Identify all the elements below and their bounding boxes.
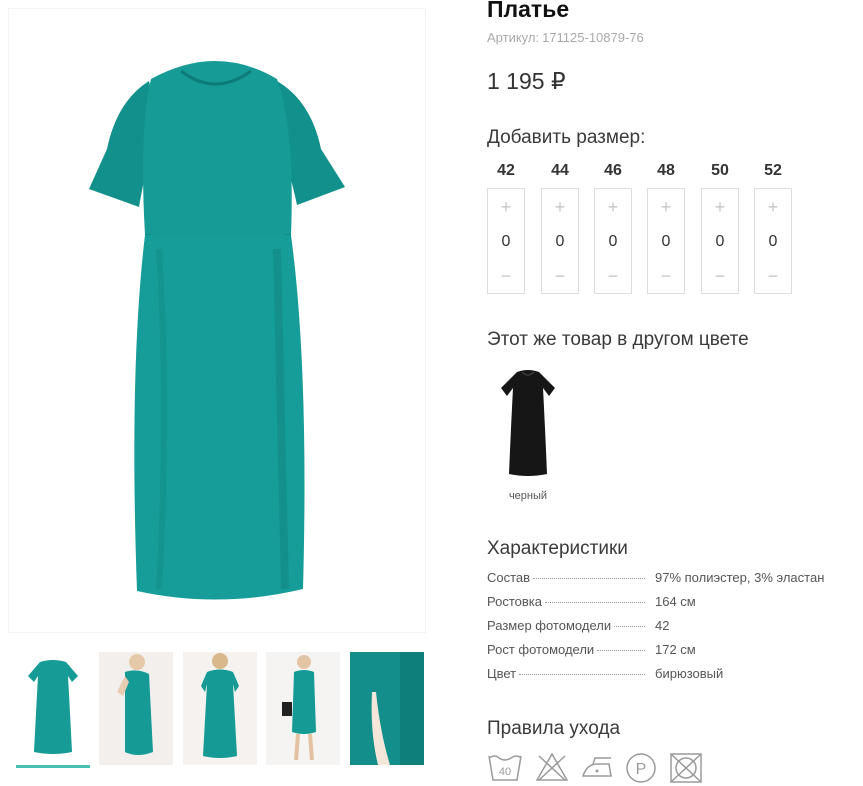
quantity-stepper: + 0 − (594, 188, 632, 294)
increment-button[interactable]: + (702, 197, 738, 217)
thumbnail-strip (16, 652, 428, 772)
spec-row: Состав 97% полиэстер, 3% эластан (487, 570, 847, 590)
color-option-label: черный (508, 490, 548, 502)
decrement-button[interactable]: − (755, 266, 791, 286)
thumbnail-front[interactable] (16, 652, 90, 765)
spec-key: Цвет (487, 666, 517, 681)
increment-button[interactable]: + (648, 197, 684, 217)
dotted-leader (597, 650, 645, 651)
decrement-button[interactable]: − (488, 266, 524, 286)
wash-40-icon: 40 (488, 755, 522, 781)
spec-row: Ростовка 164 см (487, 594, 847, 614)
decrement-button[interactable]: − (702, 266, 738, 286)
quantity-stepper: + 0 − (701, 188, 739, 294)
spec-value: 164 см (655, 594, 696, 609)
thumbnail-model[interactable] (266, 652, 340, 765)
dry-clean-p-icon: P (626, 753, 656, 783)
product-title: Платье (487, 0, 570, 22)
quantity-value[interactable]: 0 (702, 232, 738, 252)
decrement-button[interactable]: − (648, 266, 684, 286)
size-label: 52 (764, 162, 782, 179)
sizes-heading: Добавить размер: (487, 127, 646, 148)
decrement-button[interactable]: − (542, 266, 578, 286)
spec-row: Рост фотомодели 172 см (487, 642, 847, 662)
spec-value: 97% полиэстер, 3% эластан (655, 570, 825, 585)
care-icons: 40 P (487, 752, 727, 786)
increment-button[interactable]: + (542, 197, 578, 217)
spec-row: Размер фотомодели 42 (487, 618, 847, 638)
svg-text:P: P (636, 761, 647, 778)
no-bleach-icon (535, 752, 569, 781)
dotted-leader (533, 578, 645, 579)
active-thumbnail-indicator (16, 765, 90, 768)
color-option-black[interactable]: черный (497, 366, 559, 508)
sku-value: 171125-10879-76 (542, 30, 644, 45)
increment-button[interactable]: + (755, 197, 791, 217)
increment-button[interactable]: + (595, 197, 631, 217)
quantity-stepper: + 0 − (647, 188, 685, 294)
dotted-leader (614, 626, 645, 627)
size-label: 50 (711, 162, 729, 179)
no-tumble-dry-icon (670, 753, 702, 783)
dotted-leader (544, 602, 645, 603)
decrement-button[interactable]: − (595, 266, 631, 286)
other-color-heading: Этот же товар в другом цвете (487, 329, 749, 350)
sku-label: Артикул: (487, 30, 540, 45)
specs-heading: Характеристики (487, 538, 628, 559)
spec-value: 42 (655, 618, 670, 633)
quantity-stepper: + 0 − (541, 188, 579, 294)
main-product-image[interactable] (8, 8, 426, 633)
spec-key: Рост фотомодели (487, 642, 595, 657)
size-selector: 42 + 0 − 44 + 0 − 46 + 0 − 48 + 0 − 50 +… (487, 162, 807, 298)
dotted-leader (519, 674, 645, 675)
size-label: 44 (551, 162, 569, 179)
care-heading: Правила ухода (487, 718, 621, 739)
size-label: 46 (604, 162, 622, 179)
quantity-value[interactable]: 0 (595, 232, 631, 252)
price: 1 195 ₽ (487, 68, 566, 94)
quantity-value[interactable]: 0 (488, 232, 524, 252)
quantity-value[interactable]: 0 (542, 232, 578, 252)
thumbnail-side[interactable] (99, 652, 173, 765)
spec-value: бирюзовый (655, 666, 724, 681)
increment-button[interactable]: + (488, 197, 524, 217)
spec-key: Размер фотомодели (487, 618, 612, 633)
size-label: 48 (657, 162, 675, 179)
size-label: 42 (497, 162, 515, 179)
thumbnail-detail[interactable] (350, 652, 424, 765)
spec-row: Цвет бирюзовый (487, 666, 847, 686)
quantity-value[interactable]: 0 (755, 232, 791, 252)
spec-key: Состав (487, 570, 531, 585)
thumbnail-back[interactable] (183, 652, 257, 765)
quantity-stepper: + 0 − (487, 188, 525, 294)
svg-text:40: 40 (499, 766, 511, 778)
quantity-value[interactable]: 0 (648, 232, 684, 252)
sku: Артикул: 171125-10879-76 (487, 30, 644, 45)
iron-low-icon (581, 757, 612, 777)
black-dress-image (501, 370, 555, 476)
spec-key: Ростовка (487, 594, 542, 609)
spec-value: 172 см (655, 642, 696, 657)
quantity-stepper: + 0 − (754, 188, 792, 294)
